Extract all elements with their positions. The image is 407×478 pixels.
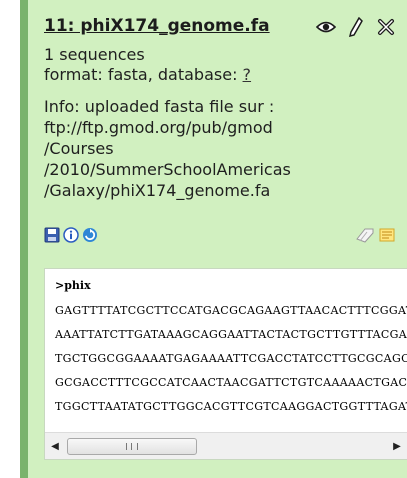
annotation-icon[interactable] (379, 227, 397, 243)
info-line: ftp://ftp.gmod.org/pub/gmod (44, 118, 273, 137)
dataset-tag-actions (355, 227, 397, 243)
database-link[interactable]: ? (243, 65, 252, 84)
format-label: format: fasta, database: (44, 65, 238, 84)
peek-sequence-line: TGCTGGCGGAAAATGAGAAAATTCGACCTATCCTTGCGCA… (55, 352, 407, 365)
rerun-icon[interactable] (82, 227, 98, 243)
peek-content: >phix GAGTTTTATCGCTTCCATGACGCAGAAGTTAACA… (45, 269, 407, 433)
sequence-count: 1 sequences (44, 45, 145, 64)
info-line: /Courses (44, 139, 114, 158)
delete-icon[interactable] (375, 16, 397, 38)
peek-sequence-line: GCGACCTTTCGCCATCAACTAACGATTCTGTCAAAAACTG… (55, 376, 407, 389)
dataset-summary: 1 sequences format: fasta, database: ? (44, 45, 399, 85)
peek-sequence-line: GAGTTTTATCGCTTCCATGACGCAGAAGTTAACACTTTCG… (55, 304, 407, 317)
pencil-icon[interactable] (345, 16, 367, 38)
save-icon[interactable] (44, 227, 60, 243)
dataset-peek: >phix GAGTTTTATCGCTTCCATGACGCAGAAGTTAACA… (44, 268, 407, 460)
info-icon[interactable] (63, 227, 79, 243)
dataset-actions (44, 227, 98, 243)
scrollbar-thumb[interactable] (67, 438, 197, 455)
scroll-left-arrow-icon[interactable]: ◀ (45, 433, 65, 459)
scroll-right-arrow-icon[interactable]: ▶ (387, 433, 407, 459)
dataset-panel: 11: phiX174_genome.fa 1 sequences format… (20, 0, 407, 478)
peek-sequence-line: TGGCTTAATATGCTTGGCACGTTCGTCAAGGACTGGTTTA… (55, 400, 407, 413)
peek-sequence-line: AAATTATCTTGATAAAGCAGGAATTACTACTGCTTGTTTA… (55, 328, 407, 341)
info-line: Info: uploaded fasta file sur : (44, 97, 275, 116)
dataset-title[interactable]: 11: phiX174_genome.fa (44, 16, 270, 36)
eye-icon[interactable] (315, 16, 337, 38)
horizontal-scrollbar[interactable]: ◀ ▶ (45, 432, 407, 459)
peek-header: >phix (55, 279, 91, 292)
dataset-info: Info: uploaded fasta file sur : ftp://ft… (44, 96, 399, 201)
format-line: format: fasta, database: ? (44, 65, 399, 85)
info-line: /Galaxy/phiX174_genome.fa (44, 181, 271, 200)
grip-icon (126, 443, 138, 450)
tag-icon[interactable] (355, 227, 374, 243)
dataset-title-bar: 11: phiX174_genome.fa (44, 12, 399, 40)
info-line: /2010/SummerSchoolAmericas (44, 160, 291, 179)
